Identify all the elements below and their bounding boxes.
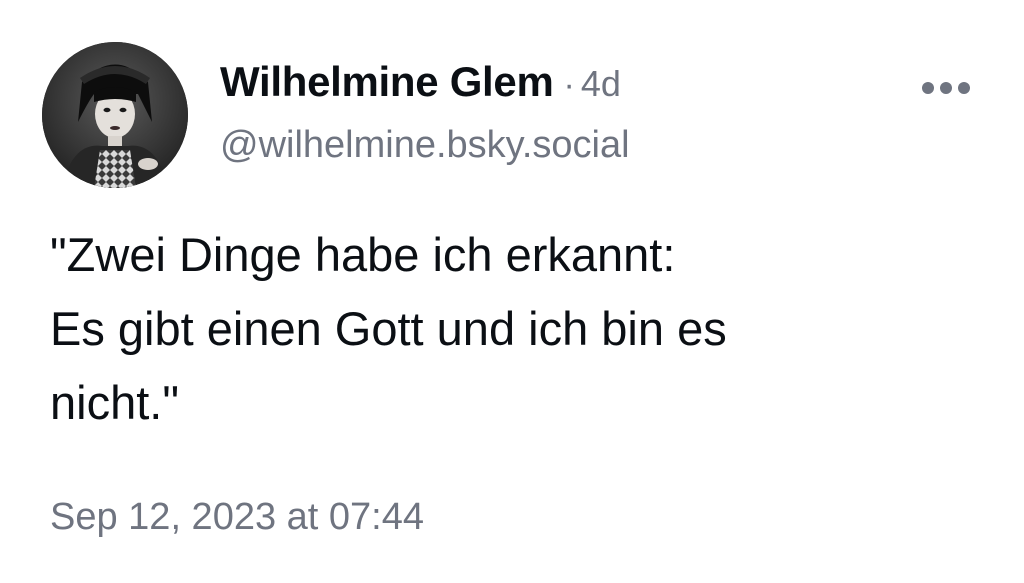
avatar[interactable] [42,42,188,188]
author-display-name[interactable]: Wilhelmine Glem [220,58,554,105]
author-handle[interactable]: @wilhelmine.bsky.social [220,124,630,167]
post-text: "Zwei Dinge habe ich erkannt: Es gibt ein… [50,218,980,440]
meta-separator: · [563,66,575,104]
more-horizontal-icon [922,82,970,94]
post-text-line: nicht." [50,376,180,429]
post-text-line: Es gibt einen Gott und ich bin es [50,302,727,355]
relative-time[interactable]: 4d [581,63,621,104]
post-card: Wilhelmine Glem · 4d @wilhelmine.bsky.soci… [0,0,1024,583]
post-header: Wilhelmine Glem · 4d [220,58,621,118]
avatar-photo [42,42,188,188]
post-timestamp[interactable]: Sep 12, 2023 at 07:44 [50,496,424,539]
post-text-line: "Zwei Dinge habe ich erkannt: [50,228,676,281]
more-options-button[interactable] [916,70,976,106]
